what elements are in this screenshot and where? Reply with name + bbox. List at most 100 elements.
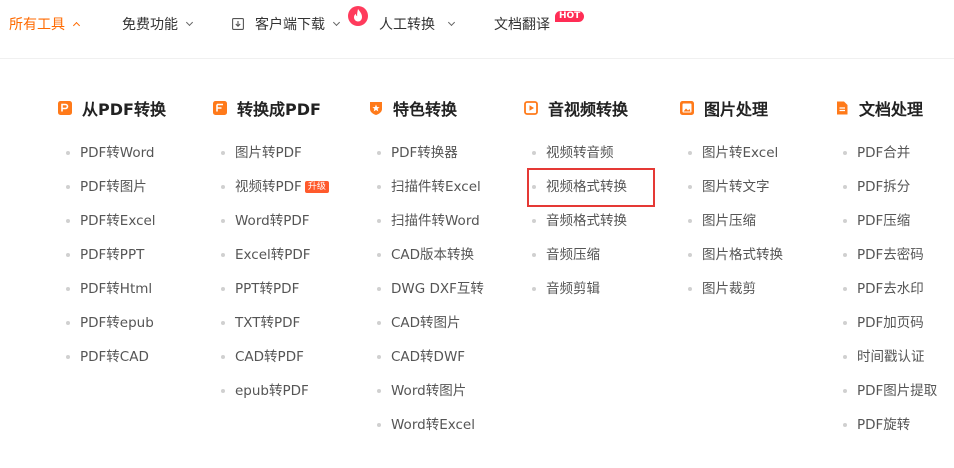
tool-link[interactable]: PDF转epub bbox=[58, 312, 156, 346]
tool-link[interactable]: Excel转PDF bbox=[213, 244, 329, 278]
bullet-dot bbox=[221, 287, 225, 291]
tool-link[interactable]: TXT转PDF bbox=[213, 312, 329, 346]
tool-link[interactable]: epub转PDF bbox=[213, 380, 329, 414]
bullet-dot bbox=[377, 287, 381, 291]
pdf-convert-icon bbox=[58, 101, 72, 115]
tool-link[interactable]: PDF转Excel bbox=[58, 210, 156, 244]
bullet-dot bbox=[843, 185, 847, 189]
tool-link[interactable]: 视频转音频 bbox=[524, 142, 627, 176]
bullet-dot bbox=[221, 185, 225, 189]
column-title: 文档处理 bbox=[859, 100, 924, 119]
tool-link[interactable]: Word转PDF bbox=[213, 210, 329, 244]
bullet-dot bbox=[688, 185, 692, 189]
tool-link[interactable]: 音频格式转换 bbox=[524, 210, 627, 244]
tool-link[interactable]: 时间戳认证 bbox=[835, 346, 937, 380]
column-header: 从PDF转换 bbox=[58, 96, 208, 120]
tool-link-label: 时间戳认证 bbox=[857, 349, 925, 365]
tool-link-label: 图片转Excel bbox=[702, 145, 779, 161]
tool-link[interactable]: PDF合并 bbox=[835, 142, 937, 176]
tool-link[interactable]: DWG DXF互转 bbox=[369, 278, 484, 312]
bullet-dot bbox=[66, 151, 70, 155]
bullet-dot bbox=[66, 287, 70, 291]
tool-list: PDF转换器 扫描件转Excel 扫描件转Word CAD版本转换 DWG DXF互转 C… bbox=[369, 142, 484, 448]
tool-link[interactable]: PDF转图片 bbox=[58, 176, 156, 210]
document-icon bbox=[837, 101, 848, 115]
bullet-dot bbox=[843, 389, 847, 393]
bullet-dot bbox=[221, 219, 225, 223]
tool-link[interactable]: 音频压缩 bbox=[524, 244, 627, 278]
tool-link[interactable]: PPT转PDF bbox=[213, 278, 329, 312]
column-title: 转换成PDF bbox=[237, 100, 321, 119]
column-title: 音视频转换 bbox=[548, 100, 629, 119]
tool-link[interactable]: 视频转PDF 升级 bbox=[213, 176, 329, 210]
bullet-dot bbox=[688, 287, 692, 291]
tool-link[interactable]: CAD版本转换 bbox=[369, 244, 484, 278]
nav-all-tools[interactable]: 所有工具 bbox=[9, 14, 81, 34]
tool-link-label: 视频格式转换 bbox=[546, 179, 627, 195]
nav-manual-label: 人工转换 bbox=[379, 17, 435, 33]
tool-link[interactable]: 图片转PDF bbox=[213, 142, 329, 176]
tool-list: 图片转Excel 图片转文字 图片压缩图片格式转换 图片裁剪 bbox=[680, 142, 783, 312]
tool-link[interactable]: CAD转图片 bbox=[369, 312, 484, 346]
tool-link[interactable]: PDF去密码 bbox=[835, 244, 937, 278]
nav-manual-conversion[interactable]: 人工转换 bbox=[379, 14, 456, 34]
bullet-dot bbox=[66, 253, 70, 257]
tool-link[interactable]: PDF转PPT bbox=[58, 244, 156, 278]
bullet-dot bbox=[532, 253, 536, 257]
tool-link[interactable]: PDF图片提取 bbox=[835, 380, 937, 414]
tool-link-label: 图片裁剪 bbox=[702, 281, 756, 297]
tool-link[interactable]: 视频格式转换 bbox=[524, 176, 627, 210]
tool-link[interactable]: CAD转PDF bbox=[213, 346, 329, 380]
tool-link[interactable]: PDF转Html bbox=[58, 278, 156, 312]
bullet-dot bbox=[221, 151, 225, 155]
tool-link[interactable]: 图片压缩 bbox=[680, 210, 783, 244]
tool-link[interactable]: PDF转换器 bbox=[369, 142, 484, 176]
tool-link[interactable]: 扫描件转Excel bbox=[369, 176, 484, 210]
nav-doc-translation[interactable]: 文档翻译 bbox=[494, 14, 550, 34]
tool-link[interactable]: PDF拆分 bbox=[835, 176, 937, 210]
tool-link-label: PDF拆分 bbox=[857, 179, 911, 195]
top-nav: 所有工具 免费功能 客户端下载 人工转换 文档翻译 HOT bbox=[0, 0, 954, 52]
tool-link[interactable]: PDF压缩 bbox=[835, 210, 937, 244]
bullet-dot bbox=[221, 253, 225, 257]
tool-link-label: Word转PDF bbox=[235, 213, 310, 229]
bullet-dot bbox=[843, 423, 847, 427]
tool-link-label: PDF去密码 bbox=[857, 247, 924, 263]
tool-link[interactable]: Word转图片 bbox=[369, 380, 484, 414]
tool-link-label: CAD转PDF bbox=[235, 349, 304, 365]
tool-link-label: PDF旋转 bbox=[857, 417, 911, 433]
nav-translate-label: 文档翻译 bbox=[494, 17, 550, 33]
bullet-dot bbox=[377, 219, 381, 223]
bullet-dot bbox=[843, 321, 847, 325]
tool-link[interactable]: Word转Excel bbox=[369, 414, 484, 448]
tool-link-label: 音频压缩 bbox=[546, 247, 600, 263]
bullet-dot bbox=[221, 389, 225, 393]
bullet-dot bbox=[377, 185, 381, 189]
tool-link[interactable]: PDF去水印 bbox=[835, 278, 937, 312]
tool-link[interactable]: PDF加页码 bbox=[835, 312, 937, 346]
tool-link-label: DWG DXF互转 bbox=[391, 281, 484, 297]
bullet-dot bbox=[377, 423, 381, 427]
bullet-dot bbox=[377, 151, 381, 155]
tool-link[interactable]: 图片转文字 bbox=[680, 176, 783, 210]
tool-link[interactable]: 音频剪辑 bbox=[524, 278, 627, 312]
tool-link-label: 视频转音频 bbox=[546, 145, 614, 161]
tool-link[interactable]: CAD转DWF bbox=[369, 346, 484, 380]
tool-link[interactable]: 扫描件转Word bbox=[369, 210, 484, 244]
star-shield-icon bbox=[370, 102, 382, 115]
tool-link[interactable]: 图片转Excel bbox=[680, 142, 783, 176]
to-pdf-icon bbox=[213, 101, 227, 115]
tool-link-label: CAD转图片 bbox=[391, 315, 461, 331]
column-header: 音视频转换 bbox=[524, 96, 674, 120]
nav-free-features[interactable]: 免费功能 bbox=[122, 14, 194, 34]
tool-link[interactable]: PDF转CAD bbox=[58, 346, 156, 380]
tool-link[interactable]: 图片格式转换 bbox=[680, 244, 783, 278]
tool-link-label: PPT转PDF bbox=[235, 281, 300, 297]
column-title: 图片处理 bbox=[704, 100, 769, 119]
tool-link-label: 图片格式转换 bbox=[702, 247, 783, 263]
tool-link[interactable]: PDF旋转 bbox=[835, 414, 937, 448]
hot-badge: HOT bbox=[555, 11, 585, 22]
tool-link[interactable]: PDF转Word bbox=[58, 142, 156, 176]
nav-client-download[interactable]: 客户端下载 bbox=[232, 14, 341, 34]
tool-link[interactable]: 图片裁剪 bbox=[680, 278, 783, 312]
